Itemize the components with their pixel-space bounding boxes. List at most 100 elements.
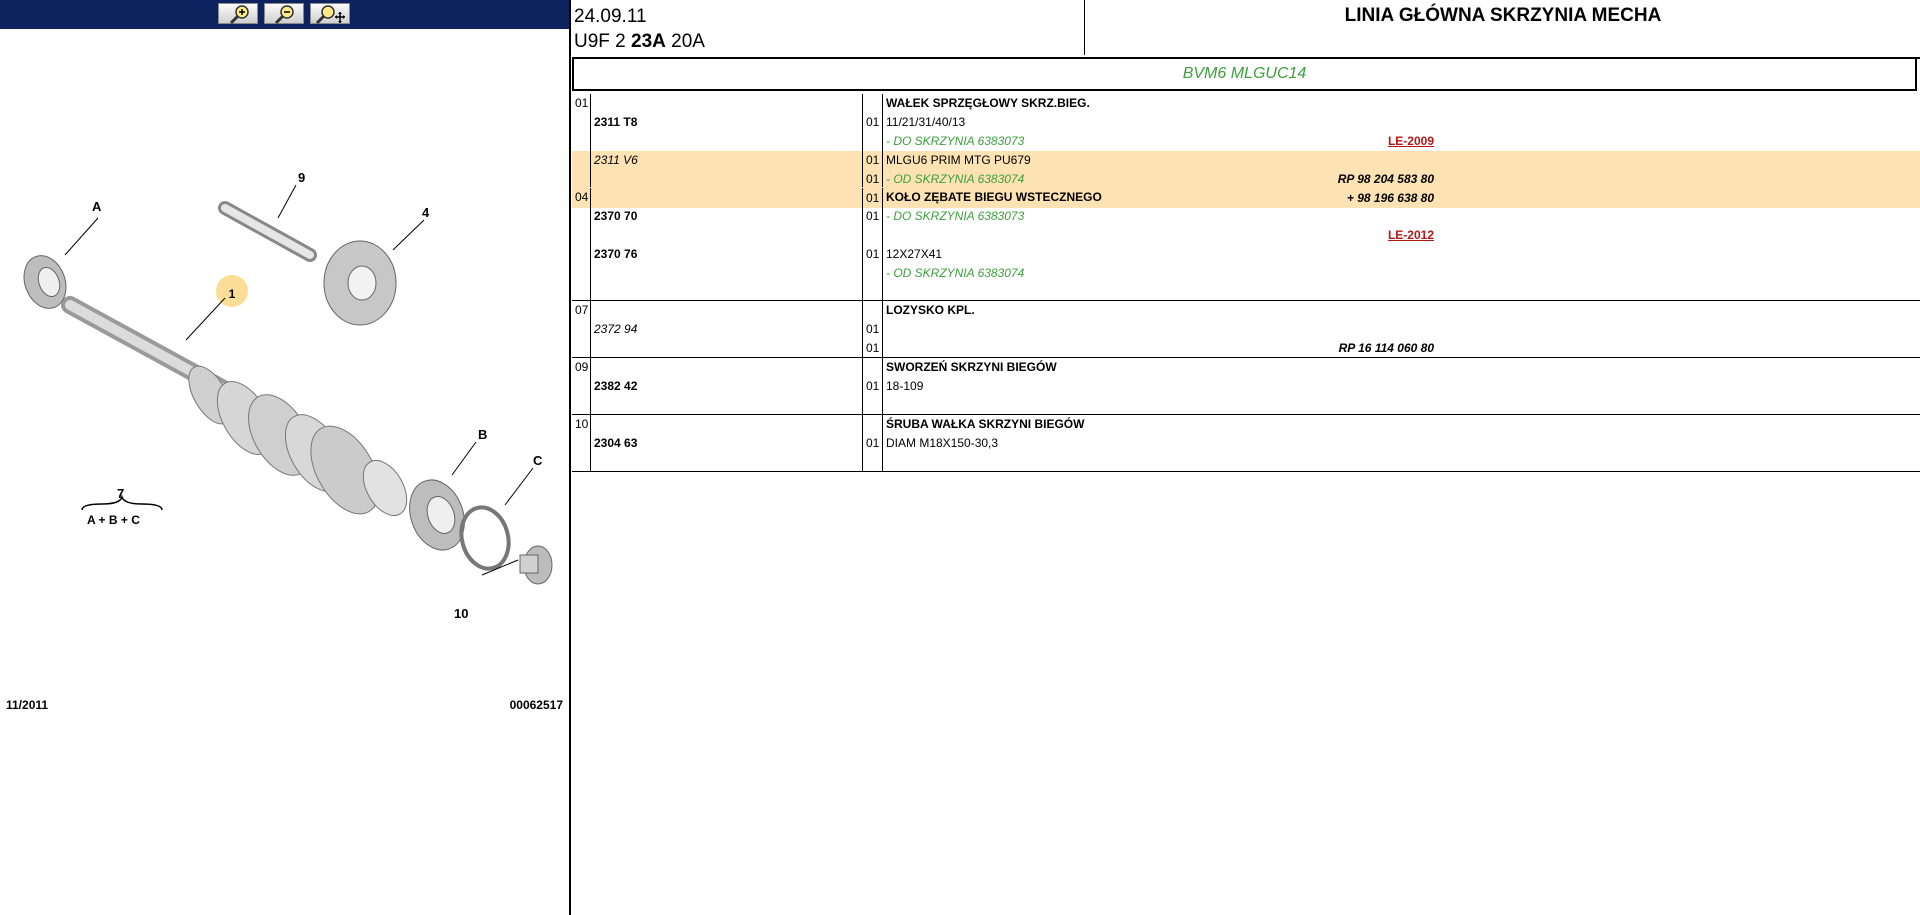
part-identifier[interactable]: RP 16 114 060 80 xyxy=(1339,341,1434,355)
column-rule xyxy=(882,94,883,187)
zoom-out-icon xyxy=(274,5,294,25)
quantity: 01 xyxy=(866,209,880,223)
part-reference[interactable]: 2311 V6 xyxy=(594,153,638,167)
zoom-pan-button[interactable] xyxy=(310,3,350,25)
diagram-panel: A 1 9 4 B C 10 7 A + B + C 11/2011 00062… xyxy=(0,0,569,915)
diagram-date: 11/2011 xyxy=(6,698,49,712)
column-rule xyxy=(862,94,863,187)
diagram-number: 00062517 xyxy=(509,698,563,712)
part-title: WAŁEK SPRZĘGŁOWY SKRZ.BIEG. xyxy=(886,96,1090,110)
part-row[interactable]: 2311 T8 01 11/21/31/40/13 xyxy=(572,113,1920,132)
zoom-pan-icon xyxy=(315,5,345,25)
part-row[interactable]: 01 WAŁEK SPRZĘGŁOWY SKRZ.BIEG. xyxy=(572,94,1920,113)
part-description: 11/21/31/40/13 xyxy=(886,115,966,129)
column-rule xyxy=(882,415,883,471)
part-row[interactable]: 07 LOZYSKO KPL. xyxy=(572,301,1920,320)
header-date: 24.09.11 xyxy=(574,6,647,27)
diagram-label-c: C xyxy=(533,453,543,468)
highlighted-part-row[interactable]: RP 98 204 583 80 01 - OD SKRZYNIA 6383074 xyxy=(572,170,1920,189)
part-description: - OD SKRZYNIA 6383074 xyxy=(886,266,1025,280)
diagram-label-sum: A + B + C xyxy=(87,513,140,527)
position-number: 09 xyxy=(575,360,589,374)
parts-group: 04 KOŁO ZĘBATE BIEGU WSTECZNEGO 2370 70 01-… xyxy=(572,188,1920,301)
position-number: 01 xyxy=(575,96,589,110)
diagram-label-10: 10 xyxy=(454,606,468,621)
parts-group: 01 WAŁEK SPRZĘGŁOWY SKRZ.BIEG. 2311 T8 01 11… xyxy=(572,94,1920,208)
column-rule xyxy=(882,188,883,300)
parts-group: 09 SWORZEŃ SKRZYNI BIEGÓW 2382 42 01 18-109 xyxy=(572,358,1920,415)
diagram-label-1: 1 xyxy=(229,287,236,301)
part-reference[interactable]: 2372 94 xyxy=(594,322,637,336)
quantity: 01 xyxy=(866,379,880,393)
column-rule xyxy=(590,358,591,414)
quantity: 01 xyxy=(866,341,880,355)
part-description: - DO SKRZYNIA 6383073 xyxy=(886,134,1025,148)
diagram-label-4: 4 xyxy=(422,205,430,220)
diagram-label-b: B xyxy=(478,427,487,442)
diagram-toolbar xyxy=(0,0,569,29)
parts-header: 24.09.11 U9F 2 23A 20A LINIA GŁÓWNA SKRZ… xyxy=(572,0,1920,59)
header-code-suffix: 20A xyxy=(665,31,705,52)
quantity: 01 xyxy=(866,172,880,186)
header-code: U9F 2 23A 20A xyxy=(574,31,705,53)
part-row[interactable]: LE-2012 xyxy=(572,226,1920,245)
zoom-out-button[interactable] xyxy=(264,3,304,25)
diagram-label-9: 9 xyxy=(298,170,305,185)
part-row[interactable]: 09 SWORZEŃ SKRZYNI BIEGÓW xyxy=(572,358,1920,377)
column-rule xyxy=(862,188,863,300)
part-row[interactable]: 2304 63 01 DIAM M18X150-30,3 xyxy=(572,434,1920,453)
panel-divider xyxy=(569,0,571,915)
position-number: 04 xyxy=(575,190,589,204)
exploded-parts-diagram: A 1 9 4 B C 10 7 A + B + C xyxy=(23,170,553,621)
le-link[interactable]: LE-2012 xyxy=(1388,228,1434,242)
part-row[interactable]: 2370 76 01 12X27X41 xyxy=(572,245,1920,264)
part-row[interactable]: 2372 94 01 xyxy=(572,320,1920,339)
column-rule xyxy=(862,301,863,357)
part-description: 18-109 xyxy=(886,379,924,393)
column-rule xyxy=(862,415,863,471)
column-rule xyxy=(590,188,591,300)
quantity: 01 xyxy=(866,322,880,336)
part-row[interactable]: - OD SKRZYNIA 6383074 xyxy=(572,264,1920,283)
part-row[interactable]: LE-2009 - DO SKRZYNIA 6383073 xyxy=(572,132,1920,151)
part-title: KOŁO ZĘBATE BIEGU WSTECZNEGO xyxy=(886,190,1102,204)
header-code-bold: 23A xyxy=(631,31,666,52)
le-link[interactable]: LE-2009 xyxy=(1388,134,1434,148)
part-identifier[interactable]: RP 98 204 583 80 xyxy=(1338,172,1434,186)
part-description: DIAM M18X150-30,3 xyxy=(886,436,999,450)
part-row[interactable]: 10 ŚRUBA WAŁKA SKRZYNI BIEGÓW xyxy=(572,415,1920,434)
position-number: 10 xyxy=(575,417,589,431)
part-title: LOZYSKO KPL. xyxy=(886,303,975,317)
part-reference[interactable]: 2370 76 xyxy=(594,247,637,261)
parts-table: 01 WAŁEK SPRZĘGŁOWY SKRZ.BIEG. 2311 T8 01 11… xyxy=(572,94,1920,472)
part-description: MLGU6 PRIM MTG PU679 xyxy=(886,153,1031,167)
column-rule xyxy=(882,358,883,414)
part-title: SWORZEŃ SKRZYNI BIEGÓW xyxy=(886,360,1057,374)
quantity: 01 xyxy=(866,115,880,129)
column-rule xyxy=(862,358,863,414)
part-row[interactable]: 04 KOŁO ZĘBATE BIEGU WSTECZNEGO xyxy=(572,188,1920,207)
zoom-in-icon xyxy=(229,5,249,25)
part-row[interactable]: RP 16 114 060 80 01 xyxy=(572,339,1920,358)
column-rule xyxy=(590,415,591,471)
part-description: - OD SKRZYNIA 6383074 xyxy=(886,172,1025,186)
highlighted-part-row[interactable]: 2311 V6 01 MLGU6 PRIM MTG PU679 xyxy=(572,151,1920,170)
part-description: 12X27X41 xyxy=(886,247,943,261)
part-reference[interactable]: 2382 42 xyxy=(594,379,637,393)
parts-group: 10 ŚRUBA WAŁKA SKRZYNI BIEGÓW 2304 63 01 DIA… xyxy=(572,415,1920,472)
part-reference[interactable]: 2304 63 xyxy=(594,436,637,450)
part-row[interactable]: 2370 70 01 - DO SKRZYNIA 6383073 xyxy=(572,207,1920,226)
diagram-label-7: 7 xyxy=(117,486,124,501)
quantity: 01 xyxy=(866,153,880,167)
page-title: LINIA GŁÓWNA SKRZYNIA MECHA xyxy=(1344,5,1662,26)
diagram-label-a: A xyxy=(92,199,102,214)
model-bar: BVM6 MLGUC14 xyxy=(572,57,1917,91)
position-number: 07 xyxy=(575,303,589,317)
part-reference[interactable]: 2370 70 xyxy=(594,209,637,223)
parts-panel: 24.09.11 U9F 2 23A 20A LINIA GŁÓWNA SKRZ… xyxy=(572,0,1920,915)
part-reference[interactable]: 2311 T8 xyxy=(594,115,637,129)
part-title: ŚRUBA WAŁKA SKRZYNI BIEGÓW xyxy=(886,417,1085,431)
zoom-in-button[interactable] xyxy=(218,3,258,25)
quantity: 01 xyxy=(866,247,880,261)
part-row[interactable]: 2382 42 01 18-109 xyxy=(572,377,1920,396)
